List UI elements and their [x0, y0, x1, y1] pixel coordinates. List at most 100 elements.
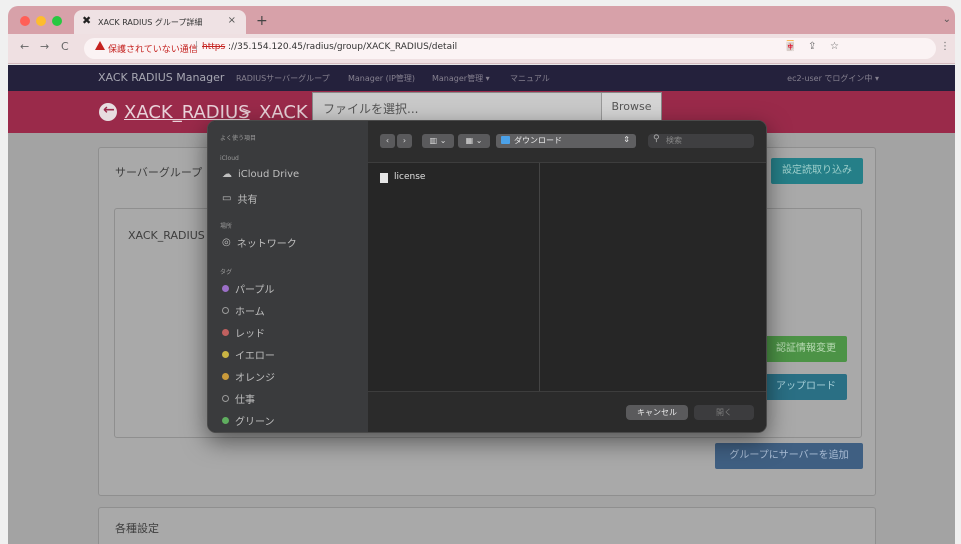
- sidebar-tag-yellow[interactable]: イエロー: [222, 347, 275, 362]
- back-arrow-icon: ←: [103, 102, 115, 118]
- server-group-title: サーバーグループ: [115, 166, 203, 179]
- location-select[interactable]: ダウンロード ⇕: [496, 134, 636, 148]
- sidebar-tag-work[interactable]: 仕事: [222, 391, 255, 406]
- locations-header: 場所: [220, 223, 233, 230]
- sidebar-tag-orange[interactable]: オレンジ: [222, 369, 275, 384]
- translate-icon[interactable]: 🀄: [784, 41, 796, 52]
- dialog-sidebar: よく使う項目 iCloud ☁ iCloud Drive ▭ 共有 場所 ◎ ネ…: [208, 121, 368, 432]
- sidebar-tag-red[interactable]: レッド: [222, 325, 265, 340]
- nav-item-manager-admin[interactable]: Manager管理 ▾: [432, 73, 490, 84]
- search-placeholder: 検索: [666, 136, 682, 145]
- tag-dot-icon: [222, 373, 229, 380]
- sidebar-tag-purple[interactable]: パープル: [222, 281, 274, 296]
- sidebar-tag-green[interactable]: グリーン: [222, 413, 275, 428]
- updown-icon: ⇕: [623, 135, 630, 144]
- tab-bar: ✖ XACK RADIUS グループ詳細 × + ⌄: [8, 6, 955, 34]
- tag-label: イエロー: [235, 351, 275, 362]
- file-input[interactable]: ファイルを選択... Browse: [312, 92, 662, 122]
- tag-label: グリーン: [235, 417, 275, 428]
- more-menu-icon[interactable]: ⋮: [940, 41, 950, 52]
- tag-dot-icon: [222, 285, 229, 292]
- tag-label: パープル: [235, 285, 275, 296]
- navigation-bar: ← → C 保護されていない通信 | https ://35.154.120.4…: [8, 34, 955, 64]
- upload-button[interactable]: アップロード: [765, 374, 847, 400]
- minimize-window-button[interactable]: [36, 16, 46, 26]
- folder-icon: [501, 136, 510, 144]
- grid-icon: ▦ ⌄: [465, 136, 483, 145]
- dialog-footer: キャンセル 開く: [368, 391, 766, 432]
- forward-nav-button[interactable]: ›: [397, 134, 412, 148]
- user-menu[interactable]: ec2-user でログイン中 ▾: [787, 73, 879, 84]
- favorites-header: よく使う項目: [220, 135, 257, 142]
- sidebar-item-label: iCloud Drive: [238, 169, 300, 180]
- tab-close-icon[interactable]: ×: [228, 15, 236, 26]
- bookmark-star-icon[interactable]: ☆: [830, 41, 839, 52]
- view-mode-button[interactable]: ▥ ⌄: [422, 134, 454, 148]
- zoom-window-button[interactable]: [52, 16, 62, 26]
- sidebar-item-shared[interactable]: ▭ 共有: [222, 191, 257, 206]
- app-brand[interactable]: XACK RADIUS Manager: [98, 71, 224, 84]
- tag-label: オレンジ: [235, 373, 275, 384]
- icloud-header: iCloud: [220, 155, 239, 162]
- close-window-button[interactable]: [20, 16, 30, 26]
- url-scheme: https: [202, 42, 226, 52]
- tag-dot-icon: [222, 417, 229, 424]
- reload-button[interactable]: C: [61, 40, 69, 53]
- dialog-main: ‹ › ▥ ⌄ ▦ ⌄ ダウンロード ⇕ ⚲ 検索 license キャンセル …: [368, 121, 766, 432]
- browse-button[interactable]: Browse: [601, 93, 661, 121]
- add-server-button[interactable]: グループにサーバーを追加: [715, 443, 863, 469]
- location-label: ダウンロード: [514, 136, 562, 145]
- url-text: ://35.154.120.45/radius/group/XACK_RADIU…: [228, 42, 458, 52]
- tag-dot-icon: [222, 395, 229, 402]
- import-settings-button[interactable]: 設定読取り込み: [771, 158, 863, 184]
- share-icon[interactable]: ⇪: [808, 41, 816, 52]
- warning-icon: [95, 41, 105, 50]
- back-nav-button[interactable]: ‹: [380, 134, 395, 148]
- cancel-button[interactable]: キャンセル: [626, 405, 688, 420]
- breadcrumb-separator: >: [241, 105, 252, 120]
- sidebar-item-label: 共有: [237, 195, 258, 206]
- security-warning[interactable]: 保護されていない通信: [108, 42, 198, 55]
- nav-item-ip-manager[interactable]: Manager (IP管理): [348, 73, 415, 84]
- cloud-icon: ☁: [222, 169, 232, 180]
- document-icon: [380, 173, 388, 183]
- tag-dot-icon: [222, 351, 229, 358]
- app-navbar: XACK RADIUS Manager RADIUSサーバーグループ Manag…: [8, 65, 955, 91]
- nav-item-manual[interactable]: マニュアル: [510, 73, 550, 84]
- settings-card: 各種設定: [98, 507, 876, 544]
- group-name: XACK_RADIUS: [128, 229, 205, 242]
- settings-title: 各種設定: [115, 522, 159, 535]
- nav-item-radius-groups[interactable]: RADIUSサーバーグループ: [236, 73, 330, 84]
- search-icon: ⚲: [653, 134, 660, 144]
- address-bar[interactable]: 保護されていない通信 | https ://35.154.120.45/radi…: [84, 38, 936, 59]
- sidebar-item-label: ネットワーク: [236, 239, 297, 250]
- file-input-placeholder: ファイルを選択...: [323, 102, 419, 116]
- file-item-license[interactable]: license: [394, 172, 425, 182]
- tab-search-button[interactable]: ⌄: [943, 14, 951, 25]
- browser-tab[interactable]: ✖ XACK RADIUS グループ詳細 ×: [74, 10, 246, 34]
- search-input[interactable]: ⚲ 検索: [648, 134, 754, 148]
- tag-label: ホーム: [235, 307, 265, 318]
- sidebar-item-icloud-drive[interactable]: ☁ iCloud Drive: [222, 169, 299, 180]
- group-mode-button[interactable]: ▦ ⌄: [458, 134, 490, 148]
- sidebar-item-network[interactable]: ◎ ネットワーク: [222, 235, 297, 250]
- columns-icon: ▥ ⌄: [429, 136, 447, 145]
- tag-dot-icon: [222, 307, 229, 314]
- tag-dot-icon: [222, 329, 229, 336]
- tags-header: タグ: [220, 269, 233, 276]
- shared-folder-icon: ▭: [222, 193, 232, 204]
- sidebar-tag-home[interactable]: ホーム: [222, 303, 265, 318]
- dialog-toolbar: ‹ › ▥ ⌄ ▦ ⌄ ダウンロード ⇕ ⚲ 検索: [368, 121, 766, 163]
- open-button[interactable]: 開く: [694, 405, 754, 420]
- globe-icon: ◎: [222, 237, 231, 248]
- auth-change-button[interactable]: 認証情報変更: [765, 336, 847, 362]
- column-divider: [539, 163, 540, 391]
- tag-label: 仕事: [235, 395, 255, 406]
- favicon-icon: ✖: [82, 14, 92, 27]
- back-button[interactable]: ←: [20, 40, 29, 53]
- tag-label: レッド: [235, 329, 265, 340]
- url-divider: |: [195, 41, 199, 51]
- tab-title: XACK RADIUS グループ詳細: [98, 17, 203, 27]
- forward-button[interactable]: →: [40, 40, 49, 53]
- new-tab-button[interactable]: +: [256, 13, 268, 29]
